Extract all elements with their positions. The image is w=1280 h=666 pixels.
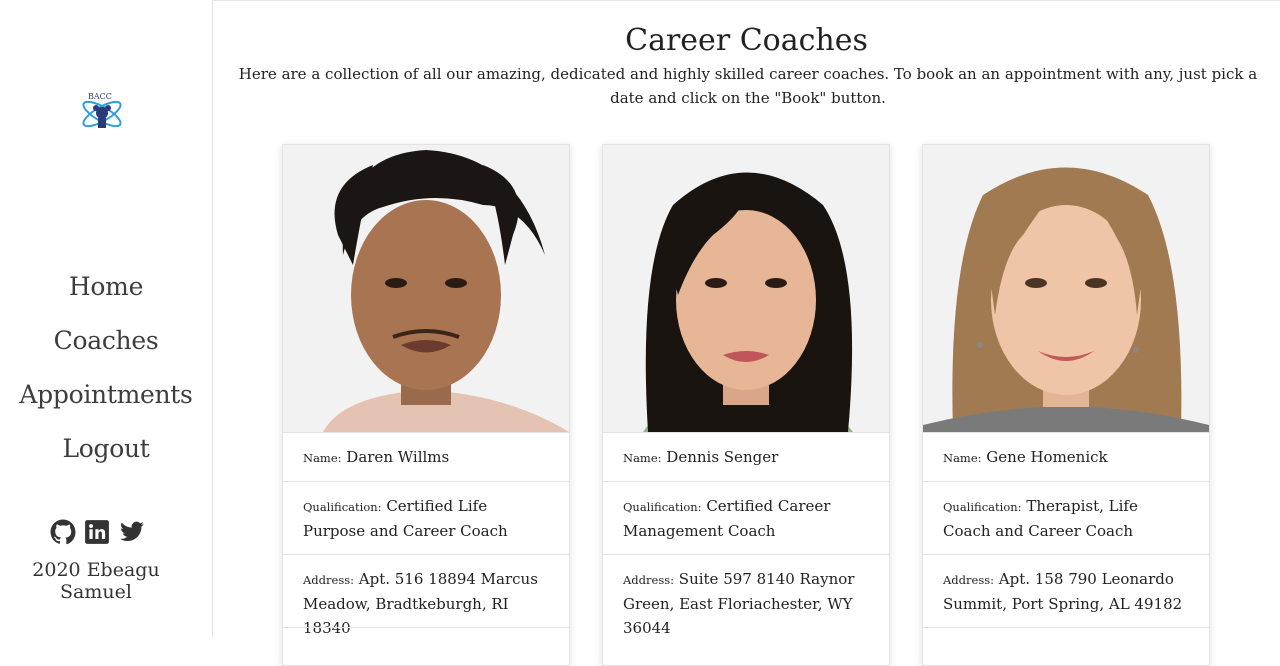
address-label: Address: [943,573,995,587]
coach-photo [283,145,569,432]
coach-qualification-row: Qualification: Certified Career Manageme… [603,481,889,555]
coach-photo [603,145,889,432]
coach-address-row: Address: Apt. 158 790 Leonardo Summit, P… [923,554,1209,628]
coach-extra-row [283,627,569,652]
coach-card: Name: Dennis Senger Qualification: Certi… [602,144,890,666]
coach-qualification-row: Qualification: Therapist, Life Coach and… [923,481,1209,555]
qualification-label: Qualification: [943,500,1022,514]
name-label: Name: [943,451,982,465]
address-label: Address: [623,573,675,587]
coach-name: Daren Willms [346,448,450,466]
coach-qualification-row: Qualification: Certified Life Purpose an… [283,481,569,555]
coach-card: Name: Daren Willms Qualification: Certif… [282,144,570,666]
nav-appointments[interactable]: Appointments [0,376,212,430]
sidebar: BACC Home Coaches Appointments Logout 20… [0,0,213,638]
coach-name-row: Name: Daren Willms [283,432,569,482]
coach-photo [923,145,1209,432]
nav-home[interactable]: Home [0,268,212,322]
coach-name-row: Name: Dennis Senger [603,432,889,482]
address-label: Address: [303,573,355,587]
coach-name-row: Name: Gene Homenick [923,432,1209,482]
main-content: Career Coaches Here are a collection of … [213,0,1280,666]
coach-name: Gene Homenick [986,448,1108,466]
intro-text: Here are a collection of all our amazing… [238,65,1258,107]
footer-copyright: 2020 Ebeagu Samuel [32,559,160,603]
twitter-icon[interactable] [118,519,144,545]
coach-extra-row [923,627,1209,652]
qualification-label: Qualification: [303,500,382,514]
social-links [50,516,145,548]
coach-card: Name: Gene Homenick Qualification: Thera… [922,144,1210,666]
nav-logout[interactable]: Logout [0,430,212,484]
nav-coaches[interactable]: Coaches [0,322,212,376]
qualification-label: Qualification: [623,500,702,514]
coach-address-row: Address: Suite 597 8140 Raynor Green, Ea… [603,554,889,652]
logo-text: BACC [88,92,112,101]
github-icon[interactable] [50,519,76,545]
name-label: Name: [303,451,342,465]
linkedin-icon[interactable] [84,519,110,545]
name-label: Name: [623,451,662,465]
page-title: Career Coaches [625,23,868,59]
bacc-logo[interactable]: BACC [78,90,126,132]
main-nav: Home Coaches Appointments Logout [0,268,212,484]
coach-name: Dennis Senger [666,448,779,466]
